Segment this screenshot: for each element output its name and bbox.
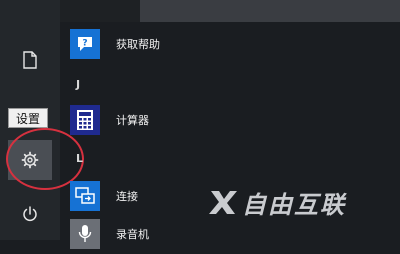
letter-header-l[interactable]: L [76, 152, 83, 165]
app-tile [70, 219, 100, 249]
app-label: 获取帮助 [116, 38, 160, 51]
app-item-connect[interactable]: 连接 [70, 176, 138, 216]
app-item-get-help[interactable]: ? 获取帮助 [70, 24, 160, 64]
app-tile: ? [70, 29, 100, 59]
app-item-recorder[interactable]: 录音机 [70, 214, 149, 254]
document-icon [23, 51, 37, 69]
svg-text:?: ? [82, 39, 87, 49]
calculator-icon [77, 110, 93, 130]
app-item-calculator[interactable]: 计算器 [70, 100, 149, 140]
watermark-text: 自由互联 [242, 190, 346, 219]
power-button[interactable] [8, 194, 52, 234]
help-icon: ? [78, 37, 92, 51]
documents-button[interactable] [8, 40, 52, 80]
app-label: 连接 [116, 190, 138, 203]
x-logo-icon [209, 191, 237, 214]
power-icon [23, 206, 37, 222]
letter-header-j[interactable]: J [76, 78, 80, 91]
app-tile [70, 181, 100, 211]
connect-icon [75, 187, 95, 204]
app-label: 计算器 [116, 114, 149, 127]
app-tile [70, 105, 100, 135]
watermark: 自由互联 [208, 182, 346, 222]
settings-tooltip: 设置 [8, 108, 48, 128]
recorder-icon [78, 225, 92, 242]
